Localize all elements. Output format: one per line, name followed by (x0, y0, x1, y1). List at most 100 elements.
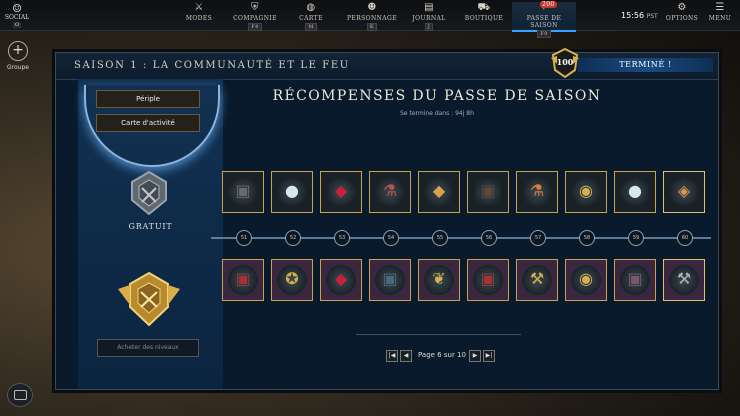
clock-timezone: PST (646, 13, 658, 20)
options-button[interactable]: ⚙ OPTIONS (664, 2, 700, 30)
rewards-title: RÉCOMPENSES DU PASSE DE SAISON (272, 88, 602, 104)
nav-icon: ☻ (367, 2, 377, 13)
status-banner: TERMINÉ ! (578, 58, 713, 72)
level-node: 53 (334, 230, 350, 246)
free-reward-slot[interactable]: ● (614, 171, 656, 213)
chat-button[interactable] (7, 383, 33, 407)
premium-reward-slot[interactable]: ▣ (222, 259, 264, 301)
free-reward-slot[interactable]: ▣ (222, 171, 264, 213)
premium-reward-slot[interactable]: ▣ (369, 259, 411, 301)
nav-item-1[interactable]: ⛨ COMPAGNIE F4 (230, 2, 280, 31)
premium-reward-slot[interactable]: ✪ (271, 259, 313, 301)
free-reward-slot[interactable]: ⚗ (516, 171, 558, 213)
premium-reward-slot[interactable]: ❦ (418, 259, 460, 301)
social-icon: ☺ (12, 2, 22, 15)
premium-reward-slot[interactable]: ⚒ (663, 259, 705, 301)
level-node: 51 (236, 230, 252, 246)
free-reward-slot[interactable]: ⚗ (369, 171, 411, 213)
premium-reward-slot[interactable]: ⚒ (516, 259, 558, 301)
chest-icon: ▣ (480, 269, 496, 288)
nav-icon: ▤ (424, 2, 434, 13)
level-node: 58 (579, 230, 595, 246)
buy-levels-button[interactable]: Acheter des niveaux (97, 339, 199, 357)
nav-label: MODES (185, 15, 213, 22)
nav-label: COMPAGNIE (233, 15, 277, 22)
ore-icon: ◆ (432, 181, 446, 200)
tab-activity-card[interactable]: Carte d'activité (96, 114, 200, 132)
chest-icon: ▣ (480, 181, 496, 200)
nav-hotkey: F9 (537, 30, 551, 38)
azoth-icon: ● (628, 181, 642, 200)
axe-icon: ⚒ (676, 269, 692, 288)
group-button[interactable]: + Groupe (7, 41, 29, 71)
menu-icon: ☰ (715, 2, 725, 13)
page-indicator: Page 6 sur 10 (418, 351, 466, 359)
premium-reward-slot[interactable]: ◉ (565, 259, 607, 301)
first-page-button[interactable]: |◀ (386, 350, 398, 362)
chest-icon: ▣ (627, 269, 643, 288)
nav-hotkey: J (424, 23, 434, 31)
pager-divider (356, 334, 521, 335)
clock-time: 15:56 (621, 11, 645, 20)
nav-item-5[interactable]: ⛟ BOUTIQUE (460, 2, 508, 30)
medal-icon: ✪ (285, 269, 299, 288)
premium-reward-slot[interactable]: ▣ (467, 259, 509, 301)
potion-icon: ⚗ (529, 181, 545, 200)
next-page-button[interactable]: ▶ (469, 350, 481, 362)
last-page-button[interactable]: ▶| (483, 350, 495, 362)
prev-page-button[interactable]: ◀ (400, 350, 412, 362)
level-badge: 100 (551, 47, 579, 79)
free-reward-slot[interactable]: ◆ (320, 171, 362, 213)
free-reward-slot[interactable]: ◉ (565, 171, 607, 213)
plus-icon: + (8, 41, 28, 61)
season-ends-text: Se termine dans : 94j 8h (400, 110, 474, 117)
nav-icon: ◍ (306, 2, 316, 13)
level-node: 52 (285, 230, 301, 246)
premium-reward-slot[interactable]: ▣ (614, 259, 656, 301)
social-label: SOCIAL (4, 14, 30, 21)
chest-icon: ▣ (235, 269, 251, 288)
season-title: SAISON 1 : LA COMMUNAUTÉ ET LE FEU (74, 60, 350, 71)
nav-label: JOURNAL (412, 15, 446, 22)
tab-periple[interactable]: Périple (96, 90, 200, 108)
nav-item-6[interactable]: ✦PASSE DE SAISONF9200 (512, 1, 576, 38)
coins-icon: ◉ (579, 181, 593, 200)
boost-icon: ◈ (677, 181, 691, 200)
nav-label: CARTE (299, 15, 323, 22)
social-button[interactable]: ☺ SOCIAL O (4, 3, 30, 28)
level-number: 100 (556, 57, 574, 67)
chest-icon: ▣ (382, 269, 398, 288)
premium-reward-slot[interactable]: ◆ (320, 259, 362, 301)
potion-icon: ⚗ (382, 181, 398, 200)
nav-hotkey: M (305, 23, 317, 31)
level-node: 60 (677, 230, 693, 246)
nav-item-2[interactable]: ◍ CARTE M (290, 2, 332, 31)
season-pass-window: SAISON 1 : LA COMMUNAUTÉ ET LE FEU TERMI… (55, 47, 719, 390)
chat-icon (14, 390, 27, 400)
nav-icon: ⚔ (194, 2, 204, 13)
menu-label: MENU (708, 15, 732, 22)
nav-item-3[interactable]: ☻ PERSONNAGE K (342, 2, 402, 31)
hammer-icon: ⚒ (529, 269, 545, 288)
free-reward-slot[interactable]: ● (271, 171, 313, 213)
level-node: 56 (481, 230, 497, 246)
chest-icon: ▣ (235, 181, 251, 200)
gear-icon: ⚙ (677, 2, 687, 13)
social-key: O (12, 22, 22, 28)
coins-icon: ◉ (579, 269, 593, 288)
level-node: 54 (383, 230, 399, 246)
level-node: 57 (530, 230, 546, 246)
free-tier-emblem-icon (131, 170, 167, 216)
free-reward-slot[interactable]: ▣ (467, 171, 509, 213)
free-tier-label: GRATUIT (128, 222, 173, 231)
gem-icon: ◆ (334, 181, 348, 200)
menu-button[interactable]: ☰ MENU (704, 2, 736, 30)
nav-icon: ⛨ (251, 2, 259, 13)
nav-icon: ⛟ (477, 2, 491, 13)
nav-item-4[interactable]: ▤ JOURNAL J (404, 2, 454, 31)
nav-hotkey: F4 (248, 23, 262, 31)
free-reward-slot[interactable]: ◆ (418, 171, 460, 213)
group-label: Groupe (7, 64, 29, 71)
free-reward-slot[interactable]: ◈ (663, 171, 705, 213)
nav-item-0[interactable]: ⚔ MODES (180, 2, 218, 30)
